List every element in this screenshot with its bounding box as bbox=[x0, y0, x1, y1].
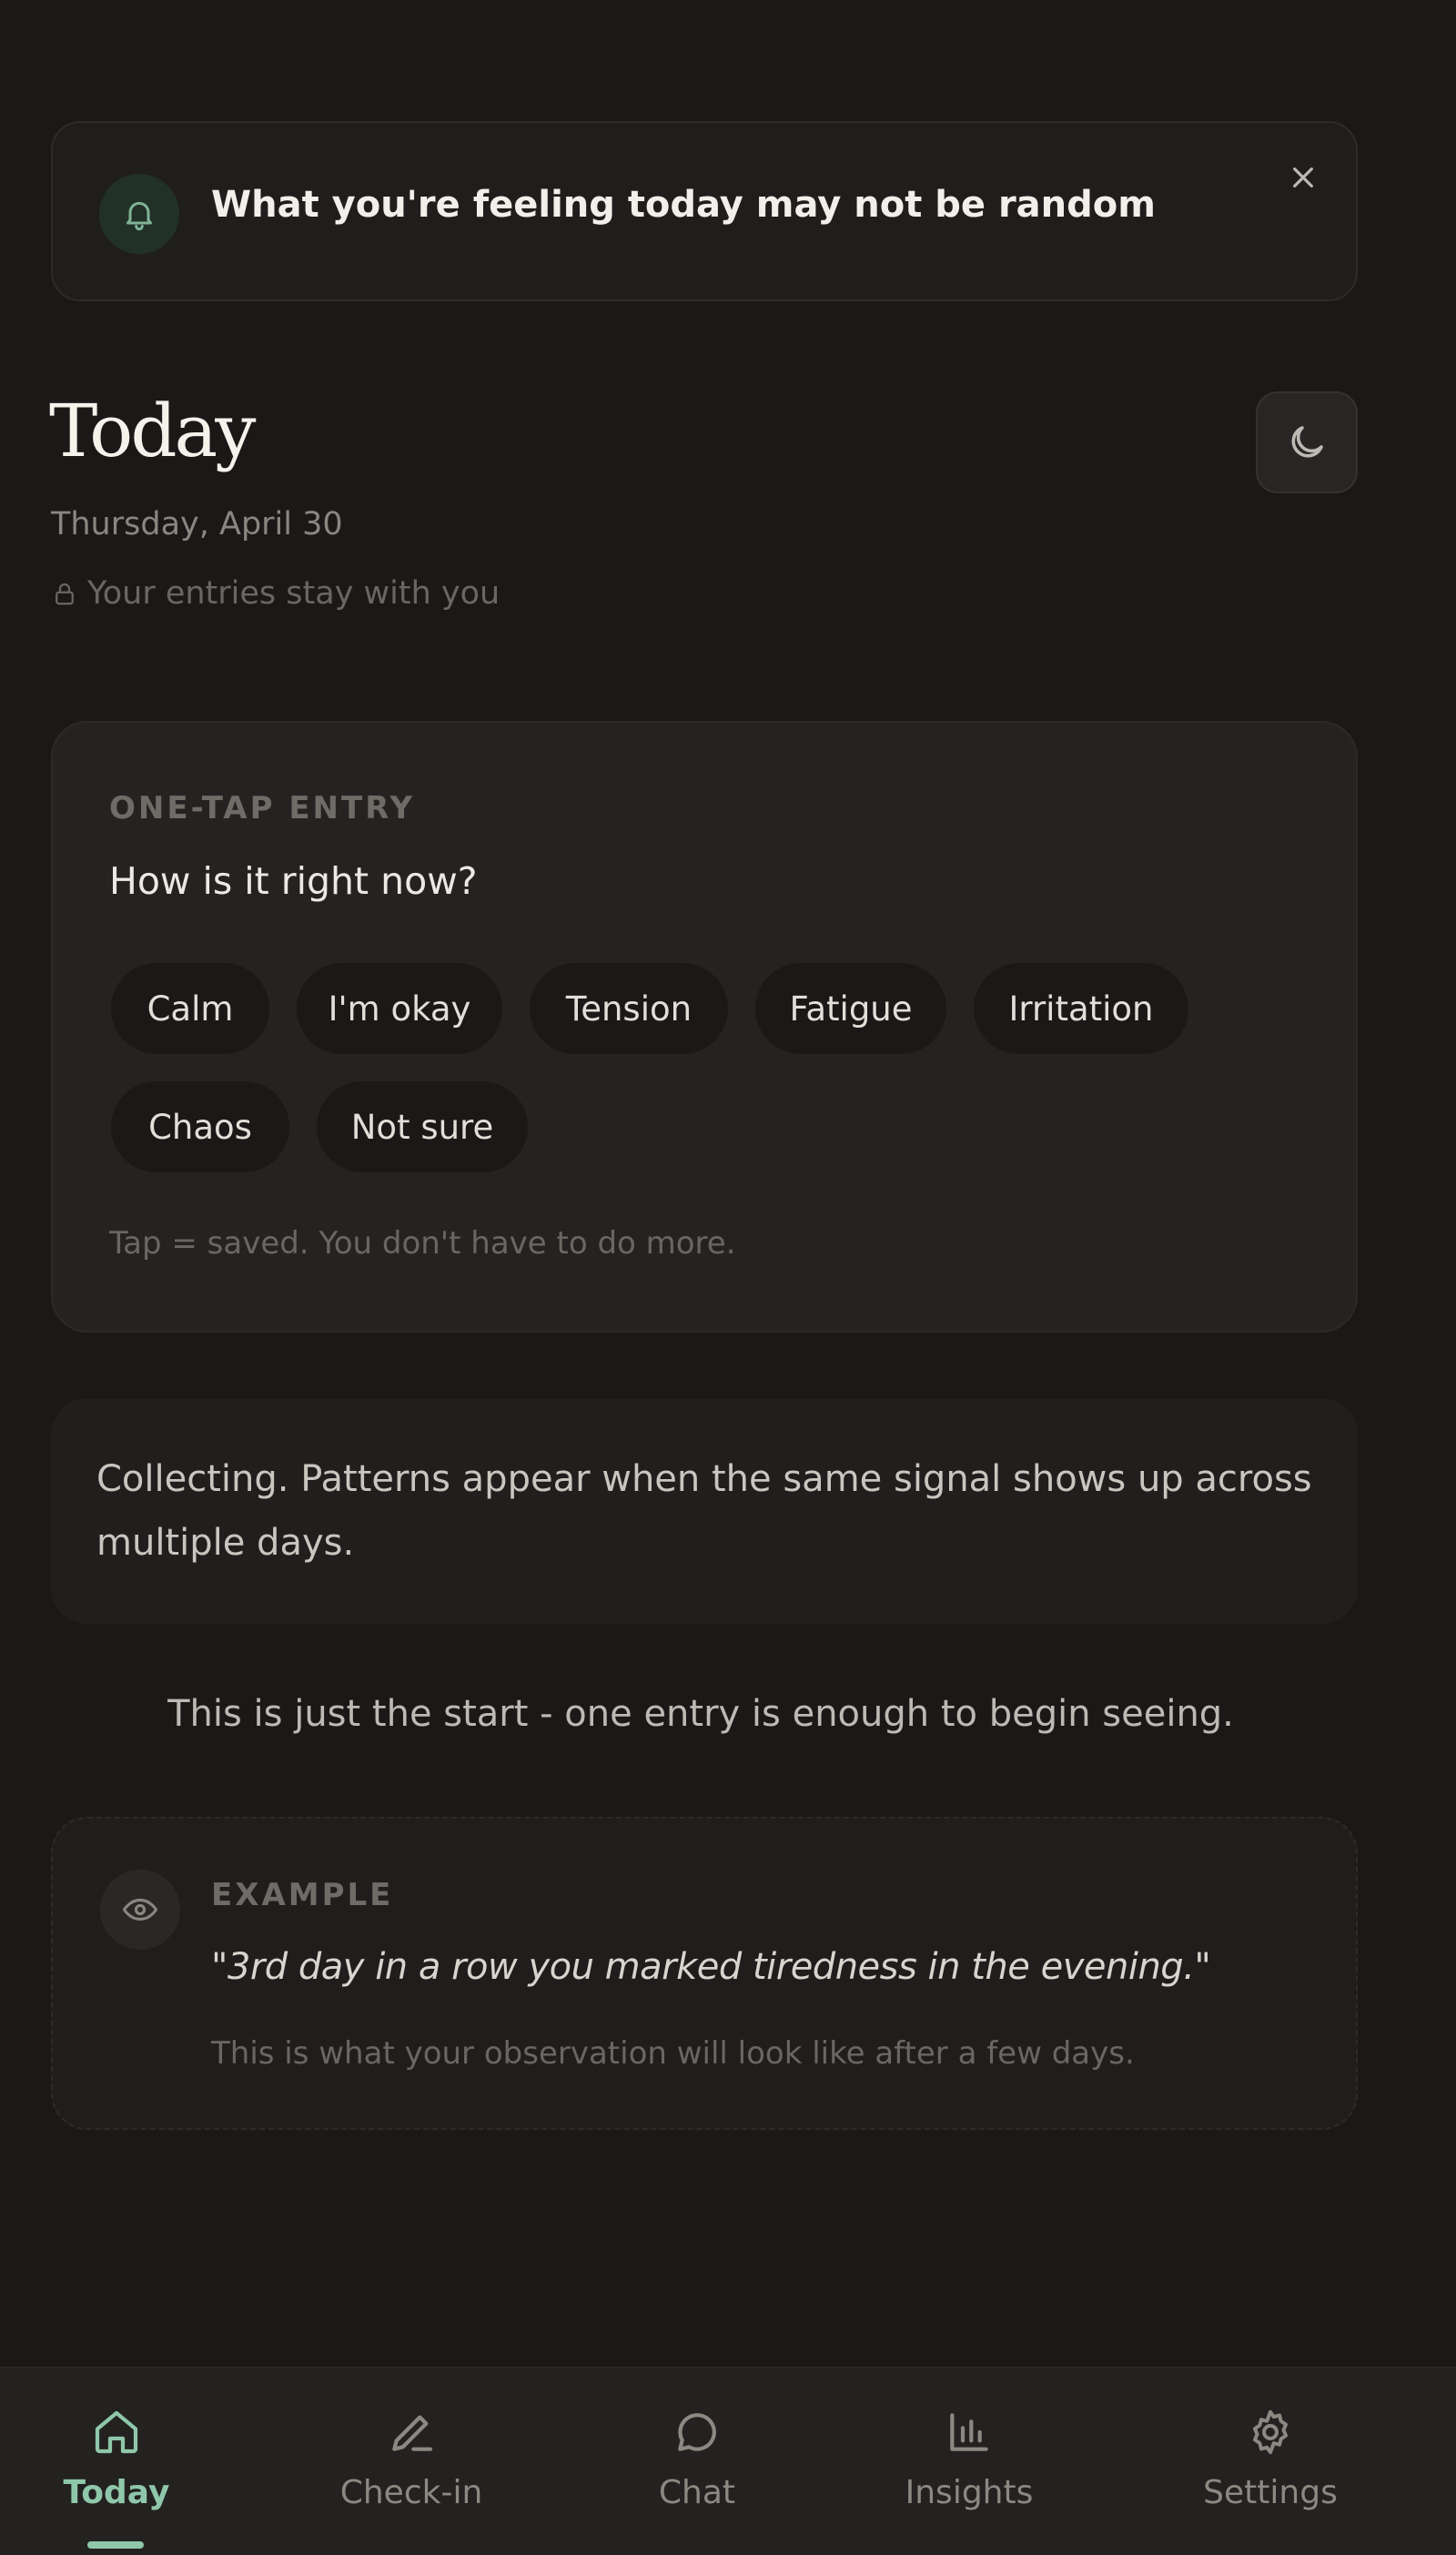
pen-icon bbox=[386, 2403, 437, 2461]
nav-label-today: Today bbox=[63, 2474, 170, 2511]
nav-tab-chat[interactable]: Chat bbox=[579, 2403, 815, 2540]
example-observation-card: EXAMPLE "3rd day in a row you marked tir… bbox=[51, 1817, 1358, 2130]
nav-tab-today[interactable]: Today bbox=[0, 2403, 235, 2540]
nav-tab-settings[interactable]: Settings bbox=[1152, 2403, 1389, 2540]
insight-banner[interactable]: What you're feeling today may not be ran… bbox=[51, 121, 1358, 301]
today-screen: What you're feeling today may not be ran… bbox=[0, 0, 1456, 2555]
privacy-note: Your entries stay with you bbox=[51, 575, 500, 612]
nav-label-insights: Insights bbox=[905, 2474, 1034, 2511]
entry-hint: Tap = saved. You don't have to do more. bbox=[109, 1225, 736, 1262]
nav-label-settings: Settings bbox=[1203, 2474, 1338, 2511]
collecting-text: Collecting. Patterns appear when the sam… bbox=[96, 1458, 1312, 1564]
close-icon bbox=[1293, 167, 1313, 188]
banner-message: What you're feeling today may not be ran… bbox=[211, 184, 1156, 226]
example-quote: "3rd day in a row you marked tiredness i… bbox=[211, 1946, 1211, 1988]
one-tap-entry-card: ONE-TAP ENTRY How is it right now? Calm … bbox=[51, 721, 1358, 1333]
eye-icon bbox=[100, 1870, 180, 1950]
mood-chip-chaos[interactable]: Chaos bbox=[111, 1081, 289, 1172]
home-icon bbox=[91, 2403, 142, 2461]
theme-toggle-button[interactable] bbox=[1256, 391, 1358, 493]
mood-chip-not-sure[interactable]: Not sure bbox=[317, 1081, 528, 1172]
nav-tab-insights[interactable]: Insights bbox=[851, 2403, 1087, 2540]
mood-chip-irritation[interactable]: Irritation bbox=[974, 963, 1188, 1054]
collecting-status-card: Collecting. Patterns appear when the sam… bbox=[51, 1398, 1358, 1624]
example-eyebrow: EXAMPLE bbox=[211, 1877, 394, 1913]
example-note: This is what your observation will look … bbox=[211, 2035, 1135, 2072]
nav-tab-check-in[interactable]: Check-in bbox=[293, 2403, 530, 2540]
page-title: Today bbox=[49, 389, 256, 473]
gear-icon bbox=[1245, 2403, 1296, 2461]
moon-icon bbox=[1291, 426, 1323, 458]
mood-chip-calm[interactable]: Calm bbox=[111, 963, 269, 1054]
chat-bubble-icon bbox=[672, 2403, 723, 2461]
active-tab-indicator bbox=[87, 2541, 144, 2549]
start-message: This is just the start - one entry is en… bbox=[167, 1693, 1234, 1735]
bottom-nav: Today Check-in Chat Insights Settings bbox=[0, 2367, 1456, 2555]
entry-question: How is it right now? bbox=[109, 859, 478, 903]
current-date: Thursday, April 30 bbox=[51, 506, 343, 542]
nav-label-check-in: Check-in bbox=[339, 2474, 483, 2511]
bar-chart-icon bbox=[944, 2403, 995, 2461]
entry-eyebrow: ONE-TAP ENTRY bbox=[109, 790, 416, 826]
nav-label-chat: Chat bbox=[658, 2474, 736, 2511]
mood-chip-tension[interactable]: Tension bbox=[530, 963, 728, 1054]
mood-chip-okay[interactable]: I'm okay bbox=[297, 963, 502, 1054]
mood-chip-fatigue[interactable]: Fatigue bbox=[755, 963, 946, 1054]
lock-icon bbox=[56, 583, 74, 605]
close-banner-button[interactable] bbox=[1281, 156, 1325, 199]
privacy-note-text: Your entries stay with you bbox=[87, 575, 500, 612]
bell-icon bbox=[99, 174, 179, 254]
